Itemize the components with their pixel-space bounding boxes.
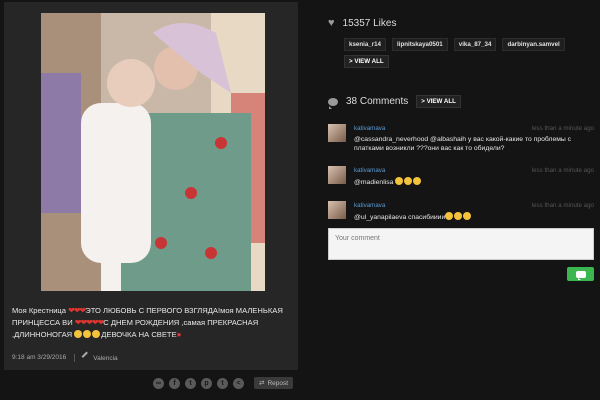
heart-icon: ♥ (328, 17, 335, 29)
share-icon[interactable]: < (233, 377, 244, 389)
comment-bubble-icon (575, 270, 586, 280)
comments-count: 38 Comments (346, 96, 409, 107)
comments-header: 38 Comments > VIEW ALL (328, 95, 461, 109)
comment-body: @madienlisa (354, 177, 594, 187)
tumblr-icon[interactable]: t (217, 377, 228, 389)
comment-body: @ul_yanapilaeva спасибииии (354, 212, 594, 222)
location-label: Valencia (93, 355, 118, 362)
smile-emoji-icon (445, 212, 454, 220)
post-meta: 9:18 am 3/29/2016 Valencia (12, 351, 118, 362)
view-all-comments-button[interactable]: > VIEW ALL (416, 95, 461, 108)
liker-tag[interactable]: ksenia_r14 (344, 38, 386, 51)
send-comment-button[interactable] (567, 267, 594, 281)
comment-text: @ul_yanapilaeva спасибииии (354, 214, 446, 221)
comment-item: kativamava less than a minute ago @cassa… (328, 124, 594, 158)
comment-input[interactable]: Your comment (328, 228, 594, 260)
likers-list: ksenia_r14 lipnitskaya0501 vika_87_34 da… (344, 38, 594, 68)
caption-text: ДЕВОЧКА НА СВЕТЕ (101, 330, 177, 339)
repost-button[interactable]: ⇄ Repost (254, 377, 294, 389)
view-all-likes-button[interactable]: > VIEW ALL (344, 55, 389, 68)
avatar[interactable] (328, 166, 346, 184)
comment-text: @cassandra_neverhood @albashaih у вас ка… (354, 136, 572, 152)
link-icon[interactable]: ∞ (153, 377, 164, 389)
pinterest-icon[interactable]: p (201, 377, 212, 389)
twitter-icon[interactable]: t (185, 377, 196, 389)
post-card: Моя Крестница ❤❤❤ЭТО ЛЮБОВЬ С ПЕРВОГО ВЗ… (4, 2, 298, 370)
smile-emoji-icon (413, 177, 422, 185)
smile-emoji-icon (74, 330, 83, 338)
comment-username[interactable]: kativamava (354, 125, 385, 132)
comment-item: kativamava less than a minute ago @ul_ya… (328, 201, 594, 225)
smile-emoji-icon (463, 212, 472, 220)
repost-label: Repost (267, 379, 289, 387)
caption-text: Моя Крестница (12, 306, 69, 315)
location[interactable]: Valencia (81, 351, 118, 362)
avatar[interactable] (328, 124, 346, 142)
facebook-icon[interactable]: f (169, 377, 180, 389)
smile-emoji-icon (404, 177, 413, 185)
hearts-emoji: ❤❤❤ (68, 306, 86, 315)
likes-count: 15357 Likes (342, 17, 397, 29)
heart-emoji-icon: ● (176, 330, 182, 339)
likes-header: ♥ 15357 Likes (328, 17, 396, 29)
avatar[interactable] (328, 201, 346, 219)
pencil-icon (81, 351, 92, 362)
repost-icon: ⇄ (259, 380, 265, 387)
comment-bubble-icon (328, 97, 338, 109)
comment-item: kativamava less than a minute ago @madie… (328, 166, 594, 192)
post-caption: Моя Крестница ❤❤❤ЭТО ЛЮБОВЬ С ПЕРВОГО ВЗ… (12, 305, 294, 341)
liker-tag[interactable]: darbinyan.samvel (502, 38, 565, 51)
divider (74, 353, 76, 362)
smile-emoji-icon (395, 177, 404, 185)
smile-emoji-icon (454, 212, 463, 220)
smile-emoji-icon (92, 330, 101, 338)
liker-tag[interactable]: lipnitskaya0501 (392, 38, 448, 51)
comment-time: less than a minute ago (531, 125, 594, 132)
smile-emoji-icon (83, 330, 92, 338)
liker-tag[interactable]: vika_87_34 (453, 38, 497, 51)
comment-text: @madienlisa (354, 179, 396, 186)
comment-time: less than a minute ago (531, 167, 594, 174)
comment-time: less than a minute ago (531, 202, 594, 209)
comment-username[interactable]: kativamava (354, 202, 385, 209)
share-bar: ∞ f t p t < ⇄ Repost (153, 377, 294, 389)
hearts-emoji: ❤❤❤❤❤ (74, 318, 104, 327)
post-timestamp: 9:18 am 3/29/2016 (12, 354, 67, 361)
comment-username[interactable]: kativamava (354, 167, 385, 174)
post-photo[interactable] (41, 13, 265, 291)
